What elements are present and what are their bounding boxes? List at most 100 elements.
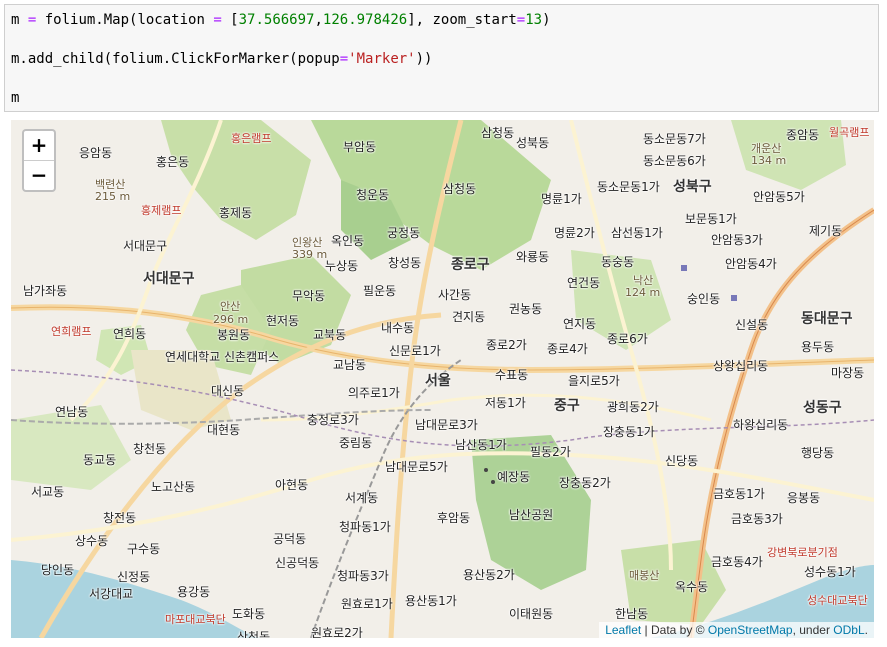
place-label: 서계동 [345,491,379,505]
place-label: 안암동5가 [753,190,805,204]
place-label: 행당동 [801,446,835,460]
place-label: 종로구 [451,257,490,273]
place-label: 삼선동1가 [611,226,663,240]
place-label: 노고산동 [151,480,196,494]
place-label: 중구 [554,398,580,414]
code-line-1: m = folium.Map(location = [37.566697,126… [11,11,551,29]
attribution-text: | Data by © [641,623,708,637]
place-label: 성북동 [516,136,550,150]
place-label: 홍제램프 [141,204,182,217]
place-label: 동소문동7가 [643,132,706,146]
place-label: 명륜1가 [541,192,582,206]
place-label: 의주로1가 [348,386,400,400]
place-label: 충정로3가 [307,413,359,427]
place-label: 내수동 [381,321,415,335]
place-label: 동교동 [83,453,117,467]
place-label: 상왕십리동 [713,359,769,373]
place-label: 봉원동 [217,328,251,342]
place-label: 마포대교북단 [165,613,226,626]
place-label: 필동2가 [530,445,571,459]
place-label: 신당동 [665,454,699,468]
code-token: 13 [525,12,543,28]
place-label: 창천동 [133,442,167,456]
place-label: 성북구 [673,179,712,195]
place-label: 당인동 [41,563,75,577]
place-label: 견지동 [452,310,486,324]
place-label: 이태원동 [509,607,554,621]
place-label: 동소문동1가 [597,180,660,194]
place-label: 옥수동 [675,580,709,594]
place-label: 권농동 [509,302,543,316]
place-label: 용산동2가 [463,568,515,582]
place-label: 저동1가 [485,396,526,410]
place-label: 홍은램프 [231,132,272,145]
place-label: 산천동 [237,630,271,638]
place-label: 동숭동 [601,255,635,269]
place-label: 연남동 [55,405,89,419]
code-token: folium.Map(location [36,12,214,28]
zoom-in-button[interactable]: + [24,131,54,161]
map-view[interactable]: 홍은램프 부암동 삼청동 성북동 동소문동7가 종암동 월곡램프 응암동 홍은동… [11,120,874,638]
place-label: 신설동 [735,318,769,332]
place-label: 종암동 [786,128,820,142]
place-label: 장충동1가 [603,425,655,439]
place-label: 마장동 [831,366,865,380]
place-label: 홍은동 [156,155,190,169]
map-attribution: Leaflet | Data by © OpenStreetMap, under… [599,622,874,638]
place-label: 삼청동 [443,182,477,196]
openstreetmap-link[interactable]: OpenStreetMap [708,623,793,637]
place-label: 공덕동 [273,532,307,546]
place-label: 남산동1가 [455,438,507,452]
place-label: 연희램프 [51,325,92,338]
odbl-link[interactable]: ODbL [833,623,864,637]
place-label: 성수대교북단 [807,594,868,607]
place-label: 대신동 [211,384,245,398]
place-label: 남대문로5가 [385,460,448,474]
place-label: 용강동 [177,585,211,599]
place-label: 교남동 [333,358,367,372]
place-label: 청파동3가 [337,569,389,583]
code-token: , [314,12,323,28]
attribution-text: , under [792,623,834,637]
code-token: )) [415,51,433,67]
place-label: 134 m [751,154,787,167]
place-label: 창성동 [388,256,422,270]
place-label: 296 m [213,313,249,326]
place-label: 구수동 [127,542,161,556]
place-label: 을지로5가 [568,374,620,388]
place-label: 동대문구 [801,311,853,327]
place-label: 청파동1가 [339,520,391,534]
place-label: 교북동 [313,328,347,342]
place-label: 수표동 [495,368,529,382]
place-label: 339 m [292,248,328,261]
place-label: 궁정동 [387,226,421,240]
code-cell[interactable]: m = folium.Map(location = [37.566697,126… [4,4,879,112]
place-label: 필운동 [363,284,397,298]
place-label: 숭인동 [687,292,721,306]
code-token: 'Marker' [348,51,416,67]
place-label: 현저동 [266,314,300,328]
attribution-text: . [864,623,868,637]
place-label: 무악동 [292,289,326,303]
place-label: 원효로2가 [311,626,363,638]
place-label: 옥인동 [331,234,365,248]
place-label: 215 m [95,190,131,203]
place-label: 신문로1가 [389,344,441,358]
place-label: 연세대학교 신촌캠퍼스 [165,350,280,364]
place-label: 부암동 [343,140,377,154]
place-label: 후암동 [437,511,471,525]
place-label: 서교동 [31,485,65,499]
place-label: 금호동1가 [713,487,765,501]
place-label: 응암동 [79,146,113,160]
place-label: 동소문동6가 [643,154,706,168]
place-label: 서강대교 [89,587,134,601]
place-label: 도화동 [232,607,266,621]
leaflet-link[interactable]: Leaflet [605,623,641,637]
zoom-control: + − [22,129,56,192]
code-token: m [11,12,28,28]
code-token: ], zoom_start [407,12,517,28]
zoom-out-button[interactable]: − [24,161,54,190]
place-label: 대현동 [207,423,241,437]
place-label: 보문동1가 [685,212,737,226]
place-label: 연건동 [567,276,601,290]
